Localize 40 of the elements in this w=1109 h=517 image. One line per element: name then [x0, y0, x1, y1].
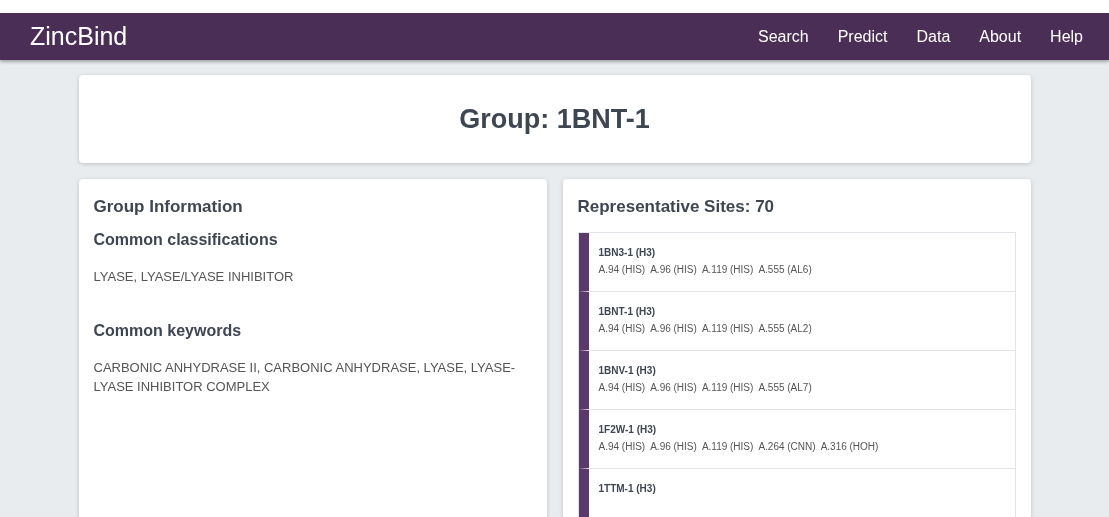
- page-title: Group: 1BNT-1: [459, 103, 650, 135]
- nav-link[interactable]: About: [979, 27, 1022, 46]
- residue-label: A.96 (HIS): [650, 323, 697, 334]
- site-name[interactable]: 1F2W-1 (H3): [598, 424, 1005, 435]
- residue-label: A.119 (HIS): [701, 264, 754, 275]
- residue-label: A.119 (HIS): [701, 441, 754, 452]
- site-item[interactable]: 1BNV-1 (H3) A.94 (HIS) A.96 (HIS) A.119 (HIS) A.555 (AL7): [578, 351, 1015, 410]
- section-text: CARBONIC ANHYDRASE II, CARBONIC ANHYDRASE, LYASE, LYASE-LYASE INHIBITOR COMPLEX: [93, 359, 517, 396]
- site-name[interactable]: 1BN3-1 (H3): [598, 247, 1005, 258]
- residue-label: A.316 (HOH): [820, 441, 879, 452]
- site-item[interactable]: 1F2W-1 (H3) A.94 (HIS) A.96 (HIS) A.119 (HIS) A.264 (CNN) A.316 (HOH): [578, 410, 1015, 469]
- residue-label: A.94 (HIS): [598, 382, 646, 393]
- nav-link[interactable]: Help: [1050, 27, 1083, 46]
- residue-label: A.94 (HIS): [598, 264, 646, 275]
- nav-link[interactable]: Data: [916, 27, 951, 46]
- nav-link[interactable]: Search: [758, 27, 809, 46]
- residue-label: A.94 (HIS): [598, 323, 646, 334]
- brand-logo[interactable]: ZincBind: [30, 22, 128, 51]
- section-text: LYASE, LYASE/LYASE INHIBITOR: [93, 268, 295, 286]
- site-name[interactable]: 1BNT-1 (H3): [598, 306, 1005, 317]
- residue-label: A.96 (HIS): [650, 441, 697, 452]
- section-heading: Common classifications: [93, 231, 279, 249]
- site-name[interactable]: 1TTM-1 (H3): [598, 483, 1005, 494]
- site-item[interactable]: 1TTM-1 (H3): [578, 469, 1015, 517]
- residue-label: A.555 (AL7): [758, 382, 812, 393]
- residue-label: A.264 (CNN): [758, 441, 816, 452]
- card-title: Group Information: [93, 197, 244, 217]
- residue-label: A.555 (AL6): [758, 264, 812, 275]
- residue-label: A.96 (HIS): [650, 264, 697, 275]
- residue-label: A.96 (HIS): [650, 382, 697, 393]
- residue-label: A.94 (HIS): [598, 441, 646, 452]
- section-heading: Common keywords: [93, 322, 243, 340]
- site-name[interactable]: 1BNV-1 (H3): [598, 365, 1005, 376]
- residue-label: A.555 (AL2): [758, 323, 812, 334]
- card-title: Representative Sites: 70: [577, 197, 776, 217]
- residue-label: A.119 (HIS): [701, 323, 754, 334]
- residue-label: A.119 (HIS): [701, 382, 754, 393]
- site-item[interactable]: 1BN3-1 (H3) A.94 (HIS) A.96 (HIS) A.119 (HIS) A.555 (AL6): [578, 233, 1015, 292]
- site-item[interactable]: 1BNT-1 (H3) A.94 (HIS) A.96 (HIS) A.119 (HIS) A.555 (AL2): [578, 292, 1015, 351]
- nav-link[interactable]: Predict: [837, 27, 888, 46]
